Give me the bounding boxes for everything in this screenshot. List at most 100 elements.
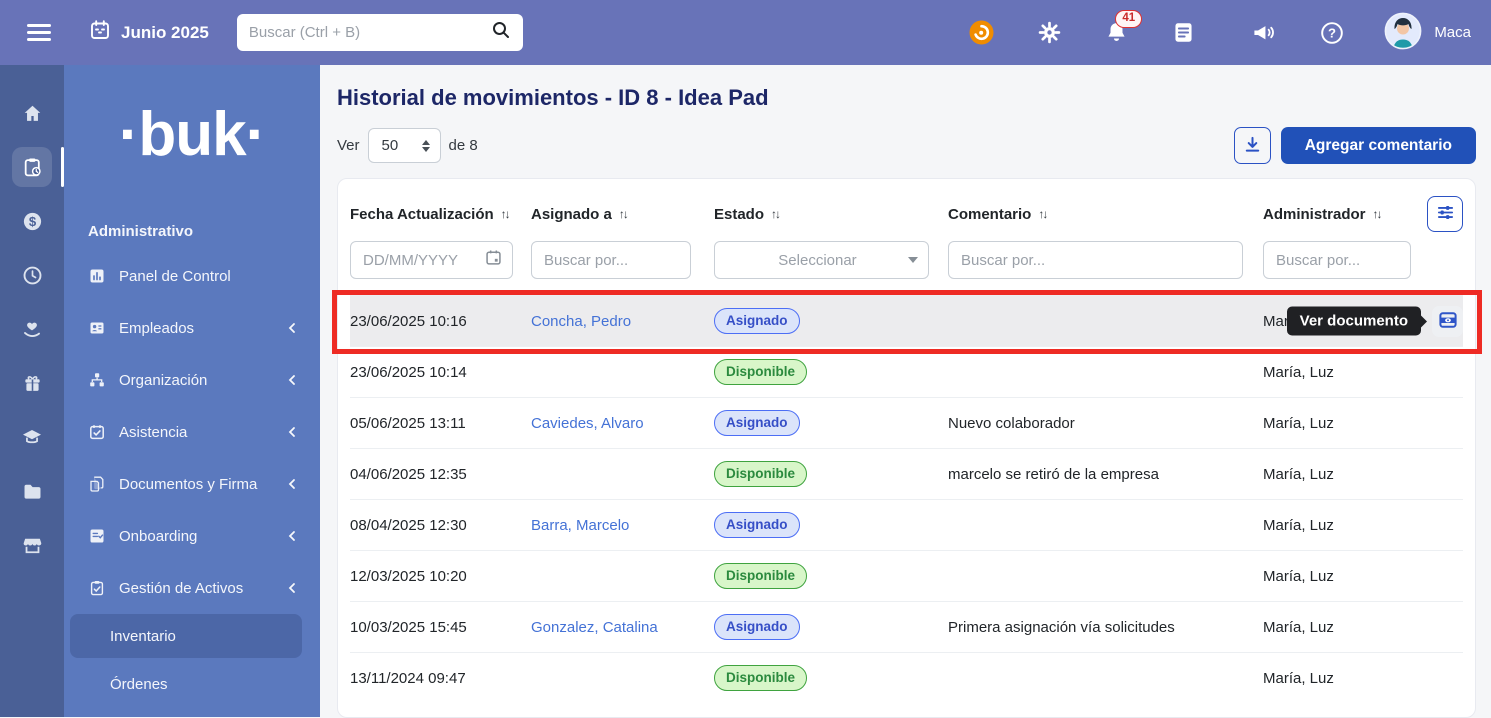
column-header-administrador[interactable]: Administrador <box>1263 206 1425 223</box>
administrador-filter <box>1263 241 1411 279</box>
column-header-estado[interactable]: Estado <box>714 206 948 223</box>
table-row[interactable]: 12/03/2025 10:20 Disponible María, Luz V… <box>350 550 1463 601</box>
cell-comentario: marcelo se retiró de la empresa <box>948 466 1263 483</box>
money-icon[interactable]: $ <box>12 201 52 241</box>
download-icon <box>1243 135 1262 157</box>
date-filter <box>350 241 513 279</box>
page-title: Historial de movimientos - ID 8 - Idea P… <box>337 85 1476 111</box>
megaphone-icon[interactable] <box>1251 20 1276 45</box>
cell-estado: Asignado <box>714 512 948 538</box>
sort-icon[interactable] <box>771 207 779 221</box>
cell-fecha: 12/03/2025 10:20 <box>350 568 531 585</box>
sidebar-item-documentos-y-firma[interactable]: Documentos y Firma <box>64 458 320 510</box>
cell-estado: Asignado <box>714 308 948 334</box>
inventory-icon[interactable] <box>12 147 52 187</box>
comentario-filter-input[interactable] <box>961 252 1232 269</box>
period-label: Junio 2025 <box>121 23 209 43</box>
sidebar-subitem-ordenes[interactable]: Órdenes <box>70 662 302 706</box>
table-row[interactable]: 04/06/2025 12:35 Disponible marcelo se r… <box>350 448 1463 499</box>
row-actions: Ver documento <box>1432 296 1463 346</box>
education-cap-icon[interactable] <box>12 417 52 457</box>
column-header-asignado[interactable]: Asignado a <box>531 206 714 223</box>
cell-administrador: María, Luz <box>1263 670 1425 687</box>
add-comment-button[interactable]: Agregar comentario <box>1281 127 1476 164</box>
user-menu[interactable]: Maca <box>1384 12 1471 53</box>
sort-icon[interactable] <box>501 207 509 221</box>
estado-filter-select[interactable]: Seleccionar <box>714 241 929 279</box>
table-row[interactable]: 13/11/2024 09:47 Disponible María, Luz V… <box>350 652 1463 703</box>
attendance-calendar-icon <box>88 424 105 440</box>
notes-icon[interactable] <box>1172 21 1195 44</box>
main-content: Historial de movimientos - ID 8 - Idea P… <box>320 65 1491 717</box>
table-filter-row: Seleccionar <box>350 235 1463 295</box>
asignado-filter-input[interactable] <box>544 252 680 269</box>
cell-comentario: Primera asignación vía solicitudes <box>948 619 1263 636</box>
column-header-comentario[interactable]: Comentario <box>948 206 1263 223</box>
home-icon[interactable] <box>12 93 52 133</box>
help-icon[interactable]: ? <box>1320 21 1344 45</box>
date-filter-input[interactable] <box>363 252 485 269</box>
store-icon[interactable] <box>12 525 52 565</box>
sort-icon[interactable] <box>1373 207 1381 221</box>
chevron-left-icon <box>286 373 298 387</box>
sort-icon[interactable] <box>1038 207 1046 221</box>
period-selector[interactable]: Junio 2025 <box>89 19 209 46</box>
sidebar-item-onboarding[interactable]: Onboarding <box>64 510 320 562</box>
folder-icon[interactable] <box>12 471 52 511</box>
cell-estado: Disponible <box>714 359 948 385</box>
sliders-icon <box>1436 203 1455 225</box>
status-badge: Disponible <box>714 359 807 385</box>
dashboard-icon <box>88 268 105 284</box>
sidebar-item-organizacion[interactable]: Organización <box>64 354 320 406</box>
view-document-button[interactable] <box>1432 306 1463 337</box>
search-input[interactable] <box>249 24 491 41</box>
column-settings-button[interactable] <box>1427 196 1463 232</box>
table-row[interactable]: 23/06/2025 10:14 Disponible María, Luz V… <box>350 346 1463 397</box>
sidebar-item-asistencia[interactable]: Asistencia <box>64 406 320 458</box>
administrador-filter-input[interactable] <box>1276 252 1400 269</box>
sidebar-item-panel-de-control[interactable]: Panel de Control <box>64 250 320 302</box>
download-button[interactable] <box>1234 127 1271 164</box>
chevron-down-icon <box>908 257 918 263</box>
table-row[interactable]: 10/03/2025 15:45 Gonzalez, Catalina Asig… <box>350 601 1463 652</box>
sort-icon[interactable] <box>619 207 627 221</box>
table-body: 23/06/2025 10:16 Concha, Pedro Asignado … <box>350 295 1463 703</box>
notifications-bell-icon[interactable]: 41 <box>1105 21 1128 44</box>
hamburger-menu-icon[interactable] <box>27 24 51 41</box>
table-row[interactable]: 08/04/2025 12:30 Barra, Marcelo Asignado… <box>350 499 1463 550</box>
status-badge: Disponible <box>714 461 807 487</box>
table-row[interactable]: 23/06/2025 10:16 Concha, Pedro Asignado … <box>350 295 1463 346</box>
total-count-label: de 8 <box>449 137 478 154</box>
cell-asignado-link[interactable]: Concha, Pedro <box>531 313 714 330</box>
per-page-select[interactable]: 50 <box>368 128 441 163</box>
column-header-fecha[interactable]: Fecha Actualización <box>350 206 531 223</box>
cell-administrador: María, Luz <box>1263 466 1425 483</box>
sidebar-item-empleados[interactable]: Empleados <box>64 302 320 354</box>
stepper-arrows-icon <box>422 140 430 152</box>
per-page-label: Ver <box>337 137 360 154</box>
topbar-actions: 41 ? Mac <box>969 12 1471 53</box>
icon-rail: $ <box>0 65 64 717</box>
gear-icon[interactable] <box>1038 21 1061 44</box>
table-row[interactable]: 05/06/2025 13:11 Caviedes, Alvaro Asigna… <box>350 397 1463 448</box>
sidebar-subitem-inventario[interactable]: Inventario <box>70 614 302 658</box>
status-badge: Asignado <box>714 308 800 334</box>
clock-icon[interactable] <box>12 255 52 295</box>
cell-asignado-link[interactable]: Barra, Marcelo <box>531 517 714 534</box>
sidebar-item-gestion-de-activos[interactable]: Gestión de Activos <box>64 562 320 614</box>
avatar <box>1384 12 1422 53</box>
cell-fecha: 05/06/2025 13:11 <box>350 415 531 432</box>
benefits-hand-heart-icon[interactable] <box>12 309 52 349</box>
calendar-icon[interactable] <box>485 249 502 271</box>
cell-comentario: Nuevo colaborador <box>948 415 1263 432</box>
table-header-row: Fecha Actualización Asignado a Estado Co… <box>350 179 1463 235</box>
search-icon[interactable] <box>491 20 511 45</box>
cell-fecha: 08/04/2025 12:30 <box>350 517 531 534</box>
cell-asignado-link[interactable]: Caviedes, Alvaro <box>531 415 714 432</box>
assets-clipboard-icon <box>88 580 105 596</box>
gift-icon[interactable] <box>12 363 52 403</box>
cell-asignado-link[interactable]: Gonzalez, Catalina <box>531 619 714 636</box>
intercom-icon[interactable] <box>969 20 994 45</box>
cell-administrador: María, Luz <box>1263 619 1425 636</box>
svg-text:?: ? <box>1328 25 1336 40</box>
